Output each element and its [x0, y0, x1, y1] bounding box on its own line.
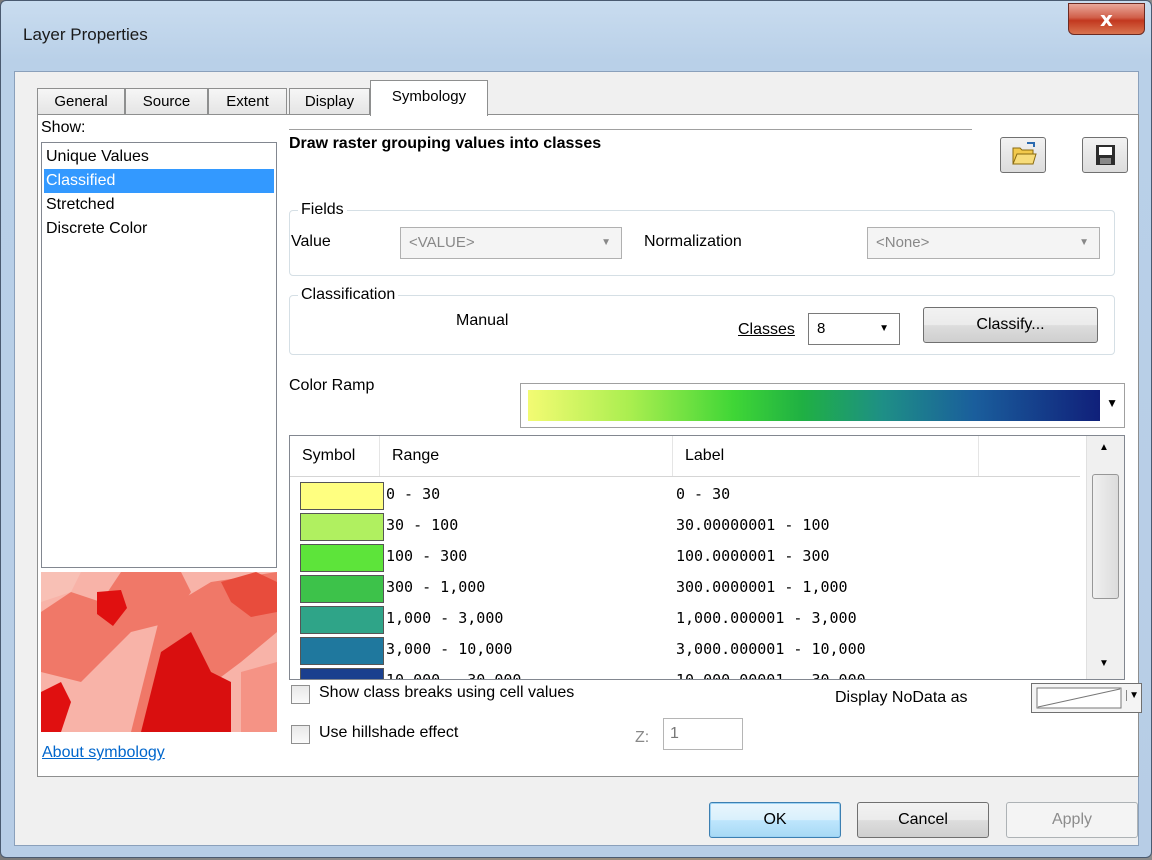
z-factor-label: Z:	[635, 729, 650, 746]
label-cell[interactable]: 1,000.000001 - 3,000	[676, 609, 857, 627]
save-disk-icon	[1096, 145, 1115, 165]
classification-legend: Classification	[298, 286, 399, 304]
about-symbology-link[interactable]: About symbology	[42, 744, 165, 762]
renderer-item-unique-values[interactable]: Unique Values	[44, 145, 274, 169]
label-cell[interactable]: 300.0000001 - 1,000	[676, 578, 848, 596]
tab-general[interactable]: General	[37, 88, 125, 115]
renderer-description: Draw raster grouping values into classes	[289, 135, 602, 152]
normalization-selected: <None>	[876, 234, 930, 251]
table-row[interactable]: 10,000 - 30,000 10,000.00001 - 30,000	[290, 666, 1080, 679]
table-row[interactable]: 30 - 100 30.00000001 - 100	[290, 511, 1080, 542]
label-cell[interactable]: 3,000.000001 - 10,000	[676, 640, 866, 658]
cancel-button[interactable]: Cancel	[857, 802, 989, 838]
z-factor-input[interactable]: 1	[663, 718, 743, 750]
symbol-swatch[interactable]	[300, 637, 384, 665]
fields-legend: Fields	[298, 201, 347, 219]
chevron-down-icon: ▼	[1079, 237, 1089, 248]
value-field-selected: <VALUE>	[409, 234, 475, 251]
tab-symbology[interactable]: Symbology	[370, 80, 488, 116]
classes-count-select[interactable]: 8 ▼	[808, 313, 900, 345]
label-cell[interactable]: 30.00000001 - 100	[676, 516, 830, 534]
title-bar: Layer Properties x	[1, 1, 1151, 71]
scrollbar-thumb[interactable]	[1092, 474, 1119, 599]
symbol-swatch[interactable]	[300, 513, 384, 541]
range-cell[interactable]: 100 - 300	[386, 547, 467, 565]
table-row[interactable]: 1,000 - 3,000 1,000.000001 - 3,000	[290, 604, 1080, 635]
range-cell[interactable]: 1,000 - 3,000	[386, 609, 503, 627]
table-row[interactable]: 3,000 - 10,000 3,000.000001 - 10,000	[290, 635, 1080, 666]
table-row[interactable]: 100 - 300 100.0000001 - 300	[290, 542, 1080, 573]
renderer-item-discrete-color[interactable]: Discrete Color	[44, 217, 274, 241]
save-symbology-button[interactable]	[1082, 137, 1128, 173]
show-label: Show:	[41, 119, 86, 136]
classes-count-value: 8	[817, 320, 826, 337]
class-breaks-table[interactable]: Symbol Range Label 0 - 30 0 - 30 30 - 10…	[289, 435, 1125, 680]
table-vertical-scrollbar[interactable]: ▲ ▼	[1086, 436, 1124, 679]
scroll-up-icon[interactable]: ▲	[1099, 442, 1109, 453]
hillshade-checkbox[interactable]	[291, 725, 310, 744]
layer-properties-dialog: Layer Properties x General Source Extent…	[0, 0, 1152, 858]
ok-button[interactable]: OK	[709, 802, 841, 838]
symbol-swatch[interactable]	[300, 606, 384, 634]
description-separator	[289, 129, 972, 130]
renderer-item-classified[interactable]: Classified	[44, 169, 274, 193]
apply-button[interactable]: Apply	[1006, 802, 1138, 838]
range-cell[interactable]: 10,000 - 30,000	[386, 671, 521, 679]
open-folder-icon	[1012, 142, 1037, 165]
range-cell[interactable]: 300 - 1,000	[386, 578, 485, 596]
chevron-down-icon: ▼	[879, 323, 889, 334]
column-header-label[interactable]: Label	[673, 436, 979, 476]
range-cell[interactable]: 0 - 30	[386, 485, 440, 503]
table-row[interactable]: 300 - 1,000 300.0000001 - 1,000	[290, 573, 1080, 604]
dialog-client-area: General Source Extent Display Symbology …	[14, 71, 1142, 846]
color-ramp-select[interactable]: ▼	[520, 383, 1125, 428]
show-class-breaks-label: Show class breaks using cell values	[319, 684, 575, 701]
value-field-select[interactable]: <VALUE> ▼	[400, 227, 622, 259]
nodata-swatch-icon	[1036, 687, 1122, 709]
symbology-panel: Show: Unique Values Classified Stretched…	[37, 114, 1142, 777]
chevron-down-icon: ▼	[601, 237, 611, 248]
symbol-swatch[interactable]	[300, 544, 384, 572]
symbol-swatch[interactable]	[300, 575, 384, 603]
normalization-label: Normalization	[644, 233, 742, 250]
classification-method: Manual	[456, 312, 509, 329]
symbology-preview-image	[41, 572, 277, 732]
tab-display[interactable]: Display	[289, 88, 370, 115]
symbol-swatch[interactable]	[300, 668, 384, 679]
label-cell[interactable]: 100.0000001 - 300	[676, 547, 830, 565]
chevron-down-icon: ▼	[1106, 396, 1118, 410]
symbol-swatch[interactable]	[300, 482, 384, 510]
nodata-label: Display NoData as	[835, 689, 968, 706]
column-header-range[interactable]: Range	[380, 436, 673, 476]
scroll-down-icon[interactable]: ▼	[1099, 658, 1109, 669]
classes-label: Classes	[738, 321, 795, 338]
range-cell[interactable]: 30 - 100	[386, 516, 458, 534]
classify-button[interactable]: Classify...	[923, 307, 1098, 343]
label-cell[interactable]: 10,000.00001 - 30,000	[676, 671, 866, 679]
normalization-field-select[interactable]: <None> ▼	[867, 227, 1100, 259]
range-cell[interactable]: 3,000 - 10,000	[386, 640, 512, 658]
renderer-item-stretched[interactable]: Stretched	[44, 193, 274, 217]
close-button[interactable]: x	[1068, 3, 1145, 35]
show-class-breaks-checkbox[interactable]	[291, 685, 310, 704]
hillshade-label: Use hillshade effect	[319, 724, 459, 741]
tab-extent[interactable]: Extent	[208, 88, 287, 115]
color-ramp-preview	[528, 390, 1100, 421]
window-title: Layer Properties	[23, 25, 148, 44]
nodata-color-picker[interactable]: ▼	[1031, 683, 1142, 713]
renderer-list[interactable]: Unique Values Classified Stretched Discr…	[41, 142, 277, 568]
color-ramp-label: Color Ramp	[289, 377, 375, 394]
label-cell[interactable]: 0 - 30	[676, 485, 730, 503]
value-label: Value	[291, 233, 331, 250]
header-separator	[290, 476, 1080, 477]
chevron-down-icon: ▼	[1126, 690, 1139, 701]
column-header-symbol[interactable]: Symbol	[290, 436, 380, 476]
load-symbology-button[interactable]	[1000, 137, 1046, 173]
tab-source[interactable]: Source	[125, 88, 208, 115]
table-row[interactable]: 0 - 30 0 - 30	[290, 480, 1080, 511]
